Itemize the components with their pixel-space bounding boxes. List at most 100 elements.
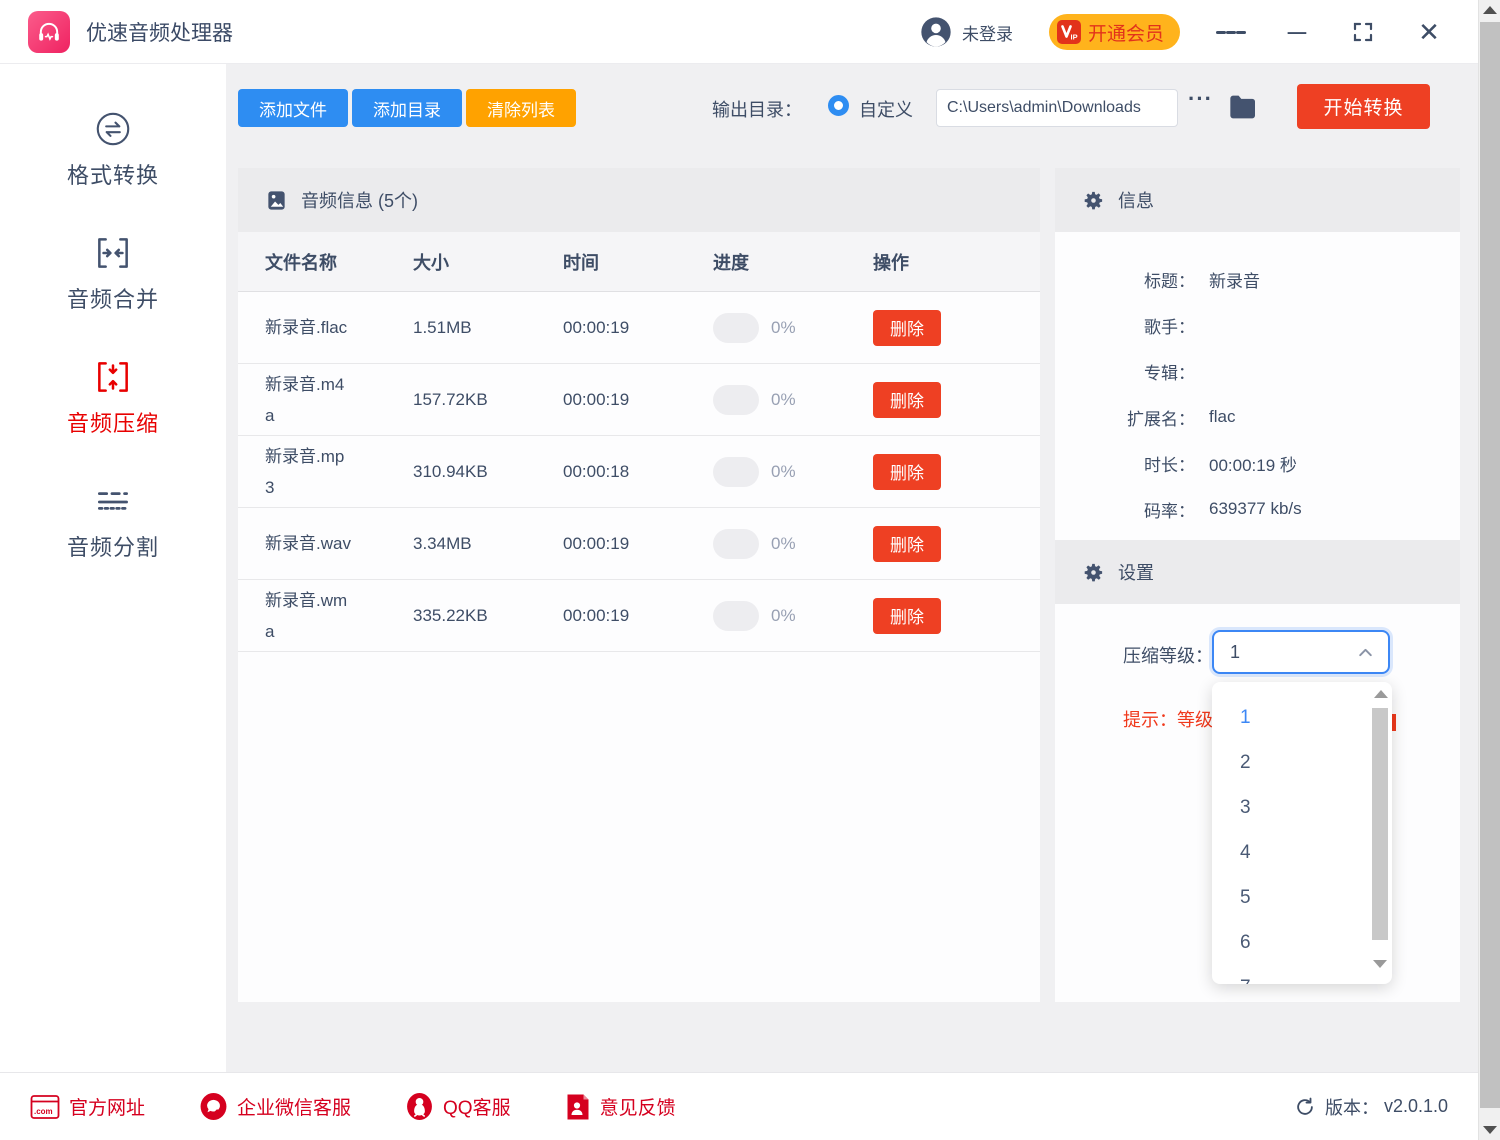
svg-text:IP: IP bbox=[1070, 33, 1077, 42]
delete-button[interactable]: 删除 bbox=[873, 526, 941, 562]
sidebar: 格式转换 音频合并 音频压缩 音频分割 bbox=[0, 64, 226, 1072]
file-name: 新录音.flac bbox=[265, 312, 353, 343]
progress-percent: 0% bbox=[771, 462, 796, 482]
info-field-label: 时长： bbox=[1055, 451, 1195, 476]
chevron-up-icon bbox=[1357, 644, 1374, 661]
dropdown-option-4[interactable]: 4 bbox=[1212, 830, 1392, 875]
compress-level-label: 压缩等级： bbox=[1123, 642, 1213, 668]
add-file-button[interactable]: 添加文件 bbox=[238, 89, 348, 127]
footer-link-official-site[interactable]: .com 官方网址 bbox=[30, 1093, 145, 1120]
progress-bar bbox=[713, 529, 759, 559]
progress-bar bbox=[713, 457, 759, 487]
file-size: 1.51MB bbox=[413, 318, 563, 338]
sidebar-item-audio-merge[interactable]: 音频合并 bbox=[0, 232, 226, 314]
footer-link-qq-support[interactable]: QQ客服 bbox=[405, 1092, 511, 1121]
delete-button[interactable]: 删除 bbox=[873, 310, 941, 346]
progress-cell: 0% bbox=[713, 529, 873, 559]
footer-link-feedback[interactable]: 意见反馈 bbox=[565, 1093, 676, 1121]
delete-button[interactable]: 删除 bbox=[873, 598, 941, 634]
dropdown-options: 1234567 bbox=[1212, 695, 1392, 984]
login-status[interactable]: 未登录 bbox=[962, 20, 1013, 45]
version-value: v2.0.1.0 bbox=[1384, 1096, 1448, 1117]
user-avatar-icon[interactable] bbox=[920, 16, 952, 48]
column-header: 时间 bbox=[563, 249, 713, 275]
compress-level-select[interactable]: 1 bbox=[1212, 630, 1390, 674]
scroll-down-icon[interactable] bbox=[1373, 960, 1387, 968]
dropdown-option-3[interactable]: 3 bbox=[1212, 785, 1392, 830]
scroll-down-icon[interactable] bbox=[1483, 1126, 1497, 1134]
info-panel-header: 信息 bbox=[1055, 168, 1460, 232]
file-duration: 00:00:19 bbox=[563, 390, 713, 410]
custom-dir-radio[interactable] bbox=[828, 95, 849, 116]
file-table-columns: 文件名称大小时间进度操作 bbox=[238, 232, 1040, 292]
output-path-input[interactable] bbox=[936, 89, 1178, 127]
sidebar-item-audio-compress[interactable]: 音频压缩 bbox=[0, 356, 226, 438]
maximize-icon[interactable] bbox=[1348, 17, 1378, 47]
progress-percent: 0% bbox=[771, 534, 796, 554]
delete-button[interactable]: 删除 bbox=[873, 454, 941, 490]
file-duration: 00:00:18 bbox=[563, 462, 713, 482]
custom-dir-label[interactable]: 自定义 bbox=[859, 96, 913, 122]
folder-icon[interactable] bbox=[1227, 91, 1259, 123]
clear-list-button[interactable]: 清除列表 bbox=[466, 89, 576, 127]
info-field: 标题： 新录音 bbox=[1055, 256, 1460, 302]
wechat-work-icon bbox=[199, 1092, 228, 1121]
dropdown-option-6[interactable]: 6 bbox=[1212, 920, 1392, 965]
photo-image-icon bbox=[265, 189, 288, 212]
sidebar-item-audio-split[interactable]: 音频分割 bbox=[0, 480, 226, 562]
dropdown-scrollbar[interactable] bbox=[1372, 688, 1389, 978]
menu-icon[interactable] bbox=[1216, 17, 1246, 47]
refresh-icon[interactable] bbox=[1294, 1096, 1316, 1118]
file-duration: 00:00:19 bbox=[563, 534, 713, 554]
scroll-up-icon[interactable] bbox=[1483, 6, 1497, 14]
version-label: 版本： bbox=[1325, 1094, 1379, 1120]
close-icon[interactable]: ✕ bbox=[1414, 17, 1444, 47]
open-vip-button[interactable]: IP 开通会员 bbox=[1049, 14, 1180, 50]
browse-more-button[interactable]: ··· bbox=[1188, 86, 1213, 112]
output-dir-label: 输出目录： bbox=[712, 96, 802, 122]
dashed-lines-icon bbox=[92, 480, 134, 522]
scroll-thumb[interactable] bbox=[1480, 22, 1500, 1108]
settings-panel-title: 设置 bbox=[1118, 559, 1154, 585]
dropdown-option-5[interactable]: 5 bbox=[1212, 875, 1392, 920]
file-name: 新录音.mp3 bbox=[265, 441, 353, 503]
dropdown-option-1[interactable]: 1 bbox=[1212, 695, 1392, 740]
dropdown-option-2[interactable]: 2 bbox=[1212, 740, 1392, 785]
file-duration: 00:00:19 bbox=[563, 318, 713, 338]
gear-icon bbox=[1082, 561, 1105, 584]
info-field-value: 639377 kb/s bbox=[1209, 499, 1302, 519]
swap-arrows-icon bbox=[92, 108, 134, 150]
start-convert-button[interactable]: 开始转换 bbox=[1297, 84, 1430, 129]
delete-button[interactable]: 删除 bbox=[873, 382, 941, 418]
file-name: 新录音.m4a bbox=[265, 369, 353, 431]
file-name: 新录音.wav bbox=[265, 528, 353, 559]
file-table-body: 新录音.flac 1.51MB 00:00:19 0% 删除 新录音.m4a 1… bbox=[238, 292, 1040, 652]
info-field-value: 00:00:19 秒 bbox=[1209, 451, 1297, 476]
progress-percent: 0% bbox=[771, 390, 796, 410]
info-field-label: 扩展名： bbox=[1055, 405, 1195, 430]
progress-bar bbox=[713, 601, 759, 631]
window-scrollbar[interactable] bbox=[1478, 0, 1500, 1140]
footer: .com 官方网址 企业微信客服 QQ客服 bbox=[0, 1072, 1500, 1140]
minimize-icon[interactable]: ─ bbox=[1282, 17, 1312, 47]
app-logo bbox=[28, 11, 70, 53]
sidebar-item-format-convert[interactable]: 格式转换 bbox=[0, 108, 226, 190]
open-vip-label: 开通会员 bbox=[1088, 19, 1164, 46]
progress-bar bbox=[713, 385, 759, 415]
scroll-up-icon[interactable] bbox=[1374, 690, 1388, 698]
info-panel-title: 信息 bbox=[1118, 187, 1154, 213]
column-header: 大小 bbox=[413, 249, 563, 275]
progress-percent: 0% bbox=[771, 606, 796, 626]
file-size: 310.94KB bbox=[413, 462, 563, 482]
info-field: 扩展名： flac bbox=[1055, 394, 1460, 440]
file-size: 3.34MB bbox=[413, 534, 563, 554]
add-dir-button[interactable]: 添加目录 bbox=[352, 89, 462, 127]
file-duration: 00:00:19 bbox=[563, 606, 713, 626]
dropdown-option-7[interactable]: 7 bbox=[1212, 965, 1392, 984]
file-name: 新录音.wma bbox=[265, 585, 353, 647]
info-field-label: 专辑： bbox=[1055, 359, 1195, 384]
footer-link-wechat-support[interactable]: 企业微信客服 bbox=[199, 1092, 351, 1121]
info-field-label: 码率： bbox=[1055, 497, 1195, 522]
table-row: 新录音.wma 335.22KB 00:00:19 0% 删除 bbox=[238, 580, 1040, 652]
dropdown-scroll-thumb[interactable] bbox=[1372, 708, 1388, 940]
